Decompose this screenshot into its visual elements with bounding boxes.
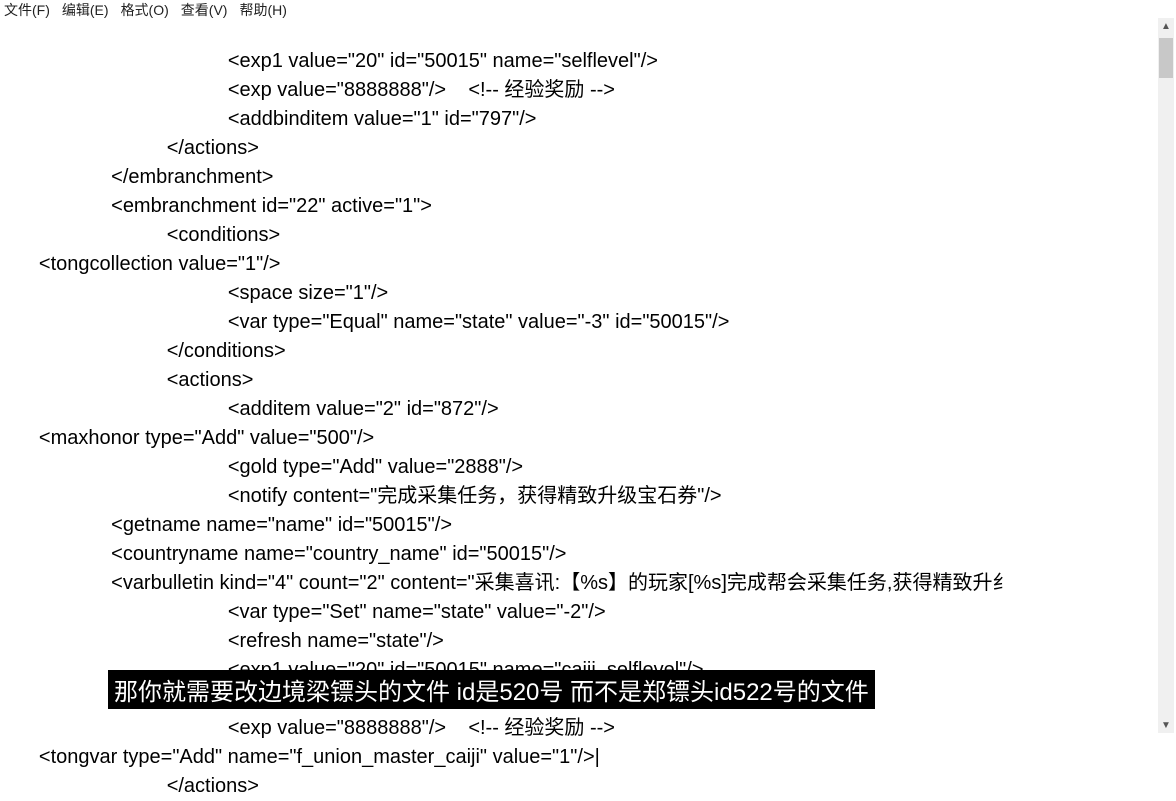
code-line: <exp1 value="20" id="50015" name="selfle… [0, 50, 658, 72]
code-line: <embranchment id="22" active="1"> [0, 195, 432, 217]
scroll-thumb[interactable] [1159, 38, 1173, 78]
scroll-down-arrow[interactable]: ▼ [1158, 717, 1174, 733]
menu-help[interactable]: 帮助(H) [239, 0, 286, 20]
menu-file[interactable]: 文件(F) [4, 0, 50, 20]
code-line: <maxhonor type="Add" value="500"/> [0, 427, 374, 449]
menu-edit[interactable]: 编辑(E) [62, 0, 109, 20]
code-line: <var type="Equal" name="state" value="-3… [0, 311, 729, 333]
code-line: <space size="1"/> [0, 282, 388, 304]
menu-view[interactable]: 查看(V) [181, 0, 228, 20]
code-line: <varbulletin kind="4" count="2" content=… [0, 572, 1012, 594]
code-line: <var type="Set" name="state" value="-2"/… [0, 601, 606, 623]
code-line: <tongvar type="Add" name="f_union_master… [0, 746, 600, 768]
code-line: <getname name="name" id="50015"/> [0, 514, 452, 536]
code-line: </actions> [0, 775, 259, 797]
code-line: <exp value="8888888"/> <!-- 经验奖励 --> [0, 79, 615, 101]
code-line: </actions> [0, 137, 259, 159]
code-line: <actions> [0, 369, 253, 391]
code-line: <addbinditem value="1" id="797"/> [0, 108, 536, 130]
video-subtitle: 那你就需要改边境梁镖头的文件 id是520号 而不是郑镖头id522号的文件 [108, 670, 875, 709]
code-line: <conditions> [0, 224, 280, 246]
vertical-scrollbar[interactable]: ▲ ▼ [1158, 18, 1174, 733]
code-line: <countryname name="country_name" id="500… [0, 543, 566, 565]
code-line: <additem value="2" id="872"/> [0, 398, 499, 420]
code-line: </embranchment> [0, 166, 273, 188]
code-line: <gold type="Add" value="2888"/> [0, 456, 523, 478]
code-line: <exp value="8888888"/> <!-- 经验奖励 --> [0, 717, 615, 739]
code-line: <tongcollection value="1"/> [0, 253, 281, 275]
menubar: 文件(F) 编辑(E) 格式(O) 查看(V) 帮助(H) [0, 0, 1176, 18]
scroll-up-arrow[interactable]: ▲ [1158, 18, 1174, 34]
code-line: <notify content="完成采集任务，获得精致升级宝石券"/> [0, 485, 722, 507]
code-line: <refresh name="state"/> [0, 630, 444, 652]
menu-format[interactable]: 格式(O) [121, 0, 169, 20]
code-line: </conditions> [0, 340, 286, 362]
